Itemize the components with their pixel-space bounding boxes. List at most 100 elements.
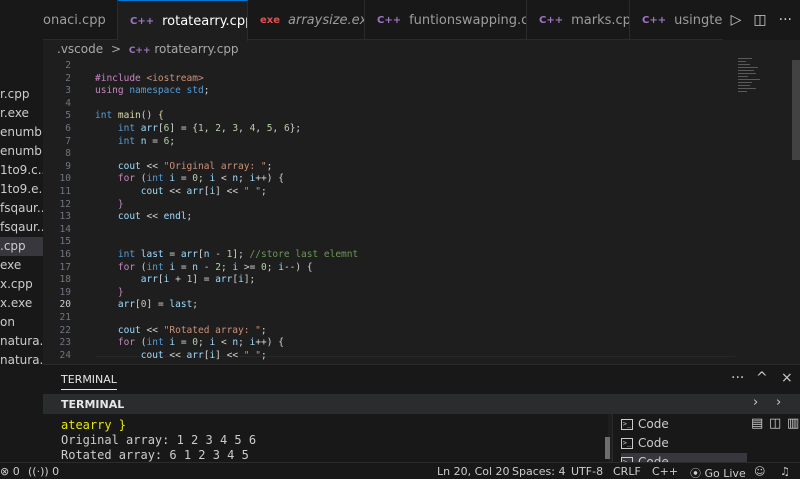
code-token: } — [95, 286, 124, 298]
status-bar: ⊗ 0 ((·)) 0 Ln 20, Col 20 Spaces: 4 UTF-… — [0, 462, 800, 479]
tab-2[interactable]: exe arraysize.exe — [248, 0, 365, 40]
bell-icon[interactable]: ♫ — [780, 465, 790, 478]
minimap-line — [738, 76, 748, 77]
broadcast-icon[interactable]: ((·)) 0 — [28, 465, 59, 478]
indentation[interactable]: Spaces: 4 — [512, 465, 565, 478]
code-token: }; — [289, 123, 302, 134]
terminal-item[interactable]: >_ Code — [621, 434, 669, 452]
code-token: << — [163, 349, 187, 361]
line-number: 13 — [59, 211, 71, 223]
copilot-icon[interactable]: ☺ — [754, 465, 765, 478]
explorer-file-item[interactable]: .cpp — [0, 237, 43, 256]
code-line: 10 for (int i = 0; i < n; i++) { — [43, 173, 743, 186]
language-mode[interactable]: C++ — [652, 465, 678, 478]
minimap[interactable] — [736, 58, 772, 98]
run-icon[interactable]: ▷ — [731, 12, 742, 28]
code-token: , — [255, 123, 267, 134]
tab-label: arraysize.exe — [288, 12, 364, 28]
explorer-file-item[interactable]: enumb... — [0, 142, 43, 161]
explorer-file-item[interactable]: 1to9.c... — [0, 161, 43, 180]
terminal-scrollbar[interactable] — [605, 437, 610, 459]
code-line: 20 arr[0] = last; — [43, 299, 743, 312]
chevron-right-icon[interactable]: › — [776, 395, 781, 410]
terminal-line: Rotated array: 6 1 2 3 4 5 — [61, 448, 249, 462]
explorer-file-item[interactable]: fsqaur... — [0, 199, 43, 218]
chevron-right-icon[interactable]: › — [753, 395, 758, 410]
code-token: = — [163, 249, 181, 260]
line-code: for (int i = 0; i < n; i++) { — [95, 337, 284, 350]
code-token: ; — [266, 261, 279, 273]
editor-scrollbar[interactable] — [792, 60, 800, 160]
tab-3[interactable]: C++ funtionswapping.cpp — [365, 0, 527, 40]
more-actions-icon[interactable]: ··· — [731, 370, 744, 386]
line-code: cout << "Rotated array: "; — [95, 325, 267, 338]
tab-4[interactable]: C++ marks.cpp — [527, 0, 630, 40]
explorer-file-item[interactable]: enumb... — [0, 123, 43, 142]
minimap-line — [738, 88, 756, 89]
code-line: 14 — [43, 224, 743, 237]
encoding[interactable]: UTF-8 — [571, 465, 603, 478]
line-number: 20 — [59, 299, 71, 311]
split-terminal-icon[interactable]: ◫ — [769, 416, 781, 431]
line-number: 23 — [59, 337, 71, 349]
code-token: ; — [203, 85, 210, 97]
explorer-file-item[interactable]: r.cpp — [0, 85, 43, 104]
cpp-file-icon: C++ — [642, 14, 667, 26]
code-token: ( — [135, 261, 147, 273]
code-line: 24 cout << arr[i] << " "; — [43, 350, 743, 362]
code-line: 19 } — [43, 287, 743, 300]
terminal-output[interactable]: atearry } Original array: 1 2 3 4 5 6 Ro… — [43, 414, 608, 464]
terminal-item[interactable]: >_ Code — [621, 415, 669, 433]
code-line: 8 — [43, 148, 743, 161]
terminal-section-header[interactable]: TERMINAL › › — [43, 394, 800, 414]
explorer-file-item[interactable]: x.exe — [0, 294, 43, 313]
terminal-section-label: TERMINAL — [61, 398, 125, 411]
split-editor-icon[interactable]: ◫ — [753, 12, 766, 28]
line-number: 11 — [59, 186, 71, 197]
code-token: - — [209, 249, 227, 260]
code-token: cout — [95, 186, 164, 197]
go-live-button[interactable]: ⦿ Go Live — [690, 465, 746, 479]
code-token: cout — [95, 324, 141, 336]
explorer-file-item[interactable]: natura... — [0, 332, 43, 351]
line-ending[interactable]: CRLF — [613, 465, 641, 478]
breadcrumb-folder[interactable]: .vscode — [57, 42, 103, 56]
code-token: std — [186, 85, 204, 97]
code-token: ; — [260, 349, 267, 361]
code-token: ; — [198, 173, 210, 185]
tab-1[interactable]: C++rotatearry.cpp× — [118, 0, 248, 41]
code-token: { — [157, 110, 164, 122]
line-code: } — [95, 199, 124, 212]
code-line: 2 #include <iostream> — [43, 73, 743, 86]
more-icon[interactable]: ··· — [779, 12, 792, 28]
code-token: ; — [238, 173, 250, 185]
explorer-file-item[interactable]: fsqaur... — [0, 218, 43, 237]
cursor-position[interactable]: Ln 20, Col 20 — [437, 465, 510, 478]
close-panel-icon[interactable]: × — [781, 370, 793, 386]
tab-0[interactable]: onaci.cpp — [43, 0, 118, 40]
code-token: ; — [192, 299, 199, 311]
terminal-line: Original array: 1 2 3 4 5 6 — [61, 433, 257, 447]
terminal-actions: ▤ ◫ ▥ — [747, 414, 800, 464]
code-line: 15 — [43, 236, 743, 249]
explorer-file-item[interactable]: natura... — [0, 351, 43, 370]
maximize-panel-icon[interactable]: ^ — [756, 370, 768, 386]
explorer-file-item[interactable]: r.exe — [0, 104, 43, 123]
code-token: namespace — [129, 85, 187, 97]
explorer-file-item[interactable]: x.cpp — [0, 275, 43, 294]
code-token: = — [175, 173, 193, 185]
explorer-file-item[interactable]: on — [0, 313, 43, 332]
tab-terminal[interactable]: TERMINAL — [61, 373, 117, 390]
explorer-file-item[interactable]: exe — [0, 256, 43, 275]
code-line: 21 — [43, 312, 743, 325]
errors-count[interactable]: ⊗ 0 — [0, 465, 20, 478]
code-editor[interactable]: 2 2 #include <iostream> 3 using namespace st… — [43, 60, 800, 362]
code-token: , — [272, 123, 284, 134]
code-token: < — [215, 173, 233, 185]
trash-icon[interactable]: ▥ — [787, 416, 799, 431]
breadcrumb-file[interactable]: rotatearry.cpp — [154, 42, 238, 56]
line-number: 24 — [59, 349, 71, 361]
code-token: last — [169, 299, 193, 311]
explorer-file-item[interactable]: 1to9.e... — [0, 180, 43, 199]
clipboard-icon[interactable]: ▤ — [751, 416, 763, 431]
